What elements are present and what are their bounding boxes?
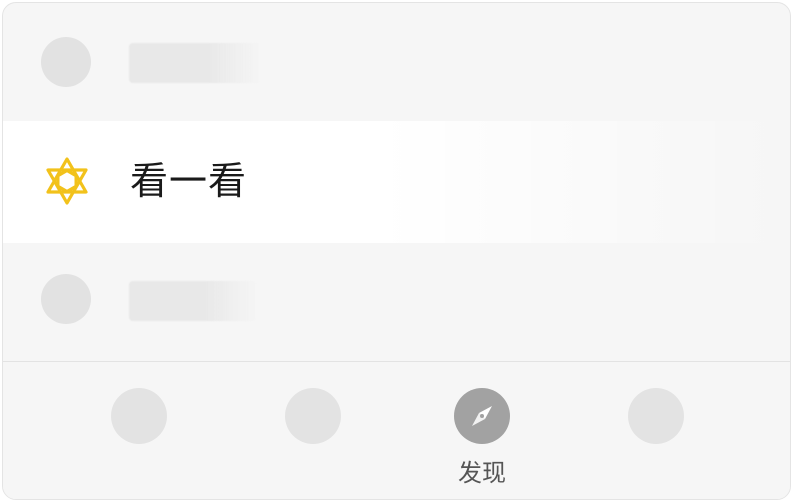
kanyikan-star-icon [46,157,88,205]
tab-placeholder-2[interactable] [285,388,341,444]
tab-discover[interactable]: 发现 [452,388,512,498]
placeholder-text [129,43,261,83]
list-item-placeholder-top [3,3,790,121]
list-item-label: 看一看 [130,159,248,203]
placeholder-icon [41,274,91,324]
compass-icon [454,388,510,444]
list-item-placeholder-bottom [3,243,790,361]
placeholder-icon [41,37,91,87]
tab-placeholder-4[interactable] [628,388,684,444]
placeholder-text [129,281,257,321]
tab-label: 发现 [458,459,506,487]
list-item-kanyikan[interactable]: 看一看 [3,121,790,243]
tab-placeholder-1[interactable] [111,388,167,444]
compass-needle-icon [472,406,492,426]
bottom-tab-bar: 发现 [3,361,790,499]
app-frame: 看一看 发现 [2,2,791,500]
